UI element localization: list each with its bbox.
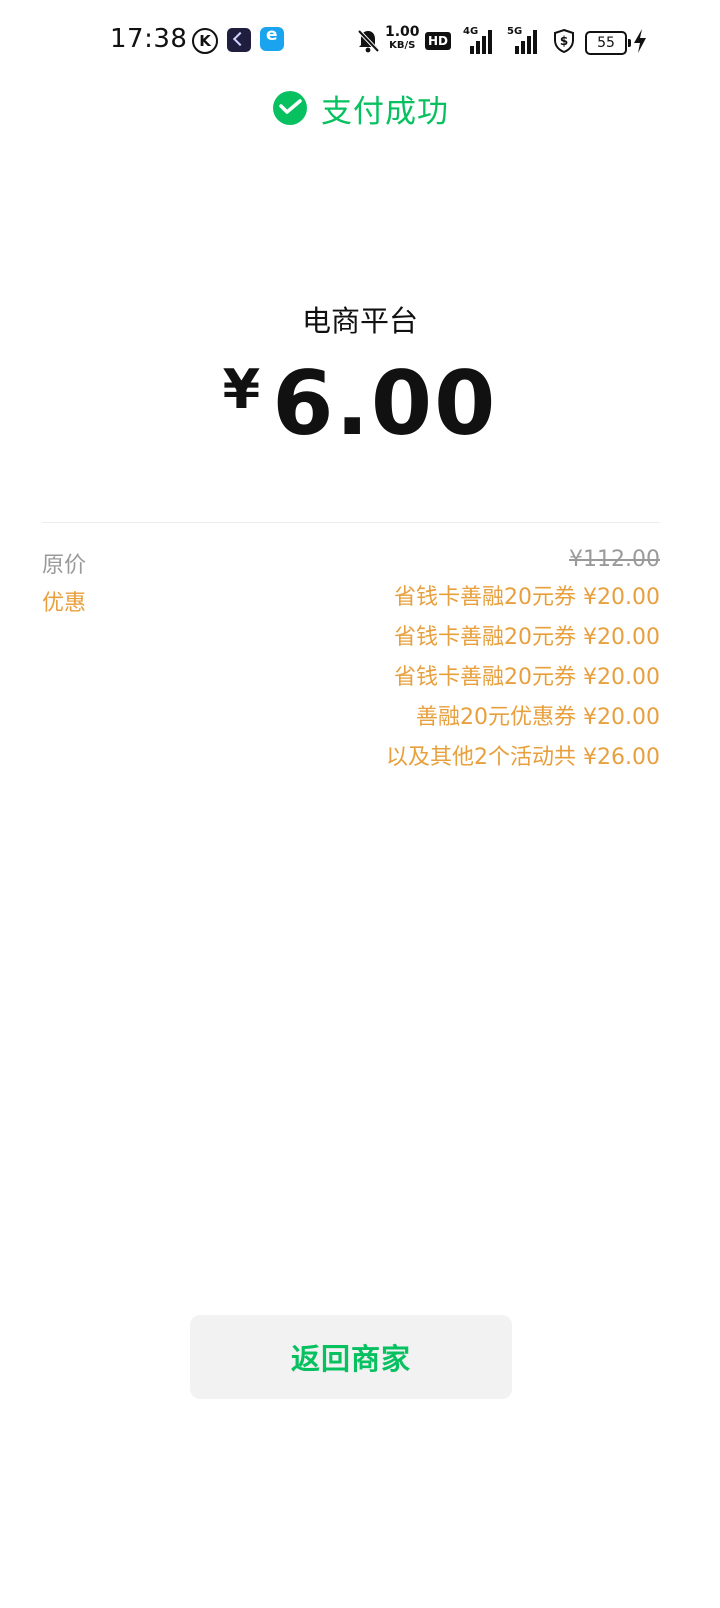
back-to-merchant-button[interactable]: 返回商家 [190,1315,512,1399]
net-speed: 1.00 KB/S [385,24,420,51]
charging-bolt-icon [634,29,646,53]
currency-symbol: ¥ [222,358,261,421]
original-price-label: 原价 [42,553,87,578]
paid-amount: ¥6.00 [0,352,720,455]
signal-4g-icon: 4G [463,26,495,54]
wechat-pay-check-icon [273,90,307,125]
merchant-name: 电商平台 [301,304,418,338]
payment-success-header: 支付成功 [0,86,720,130]
shield-dollar-icon: $ [554,28,574,54]
divider [42,522,660,523]
battery-icon: 55 [585,31,631,55]
original-price-value: ¥112.00 [569,547,660,572]
discount-list: 省钱卡善融20元券 ¥20.00 省钱卡善融20元券 ¥20.00 省钱卡善融2… [260,583,660,783]
discount-item: 省钱卡善融20元券 ¥20.00 [394,665,660,690]
discount-label: 优惠 [42,591,87,616]
mute-bell-icon [357,29,380,53]
amount-value: 6.00 [272,352,498,455]
discount-item: 省钱卡善融20元券 ¥20.00 [394,625,660,650]
discount-item: 善融20元优惠券 ¥20.00 [416,705,660,730]
discount-item: 省钱卡善融20元券 ¥20.00 [394,585,660,610]
hd-voice-icon: HD [425,32,451,50]
svg-text:$: $ [560,34,568,48]
discount-item: 以及其他2个活动共 ¥26.00 [386,745,660,770]
page-title: 支付成功 [321,94,449,130]
status-bar: 17:38 K 1.00 KB/S HD 4G 5G [0,0,720,80]
signal-5g-icon: 5G [502,26,540,54]
